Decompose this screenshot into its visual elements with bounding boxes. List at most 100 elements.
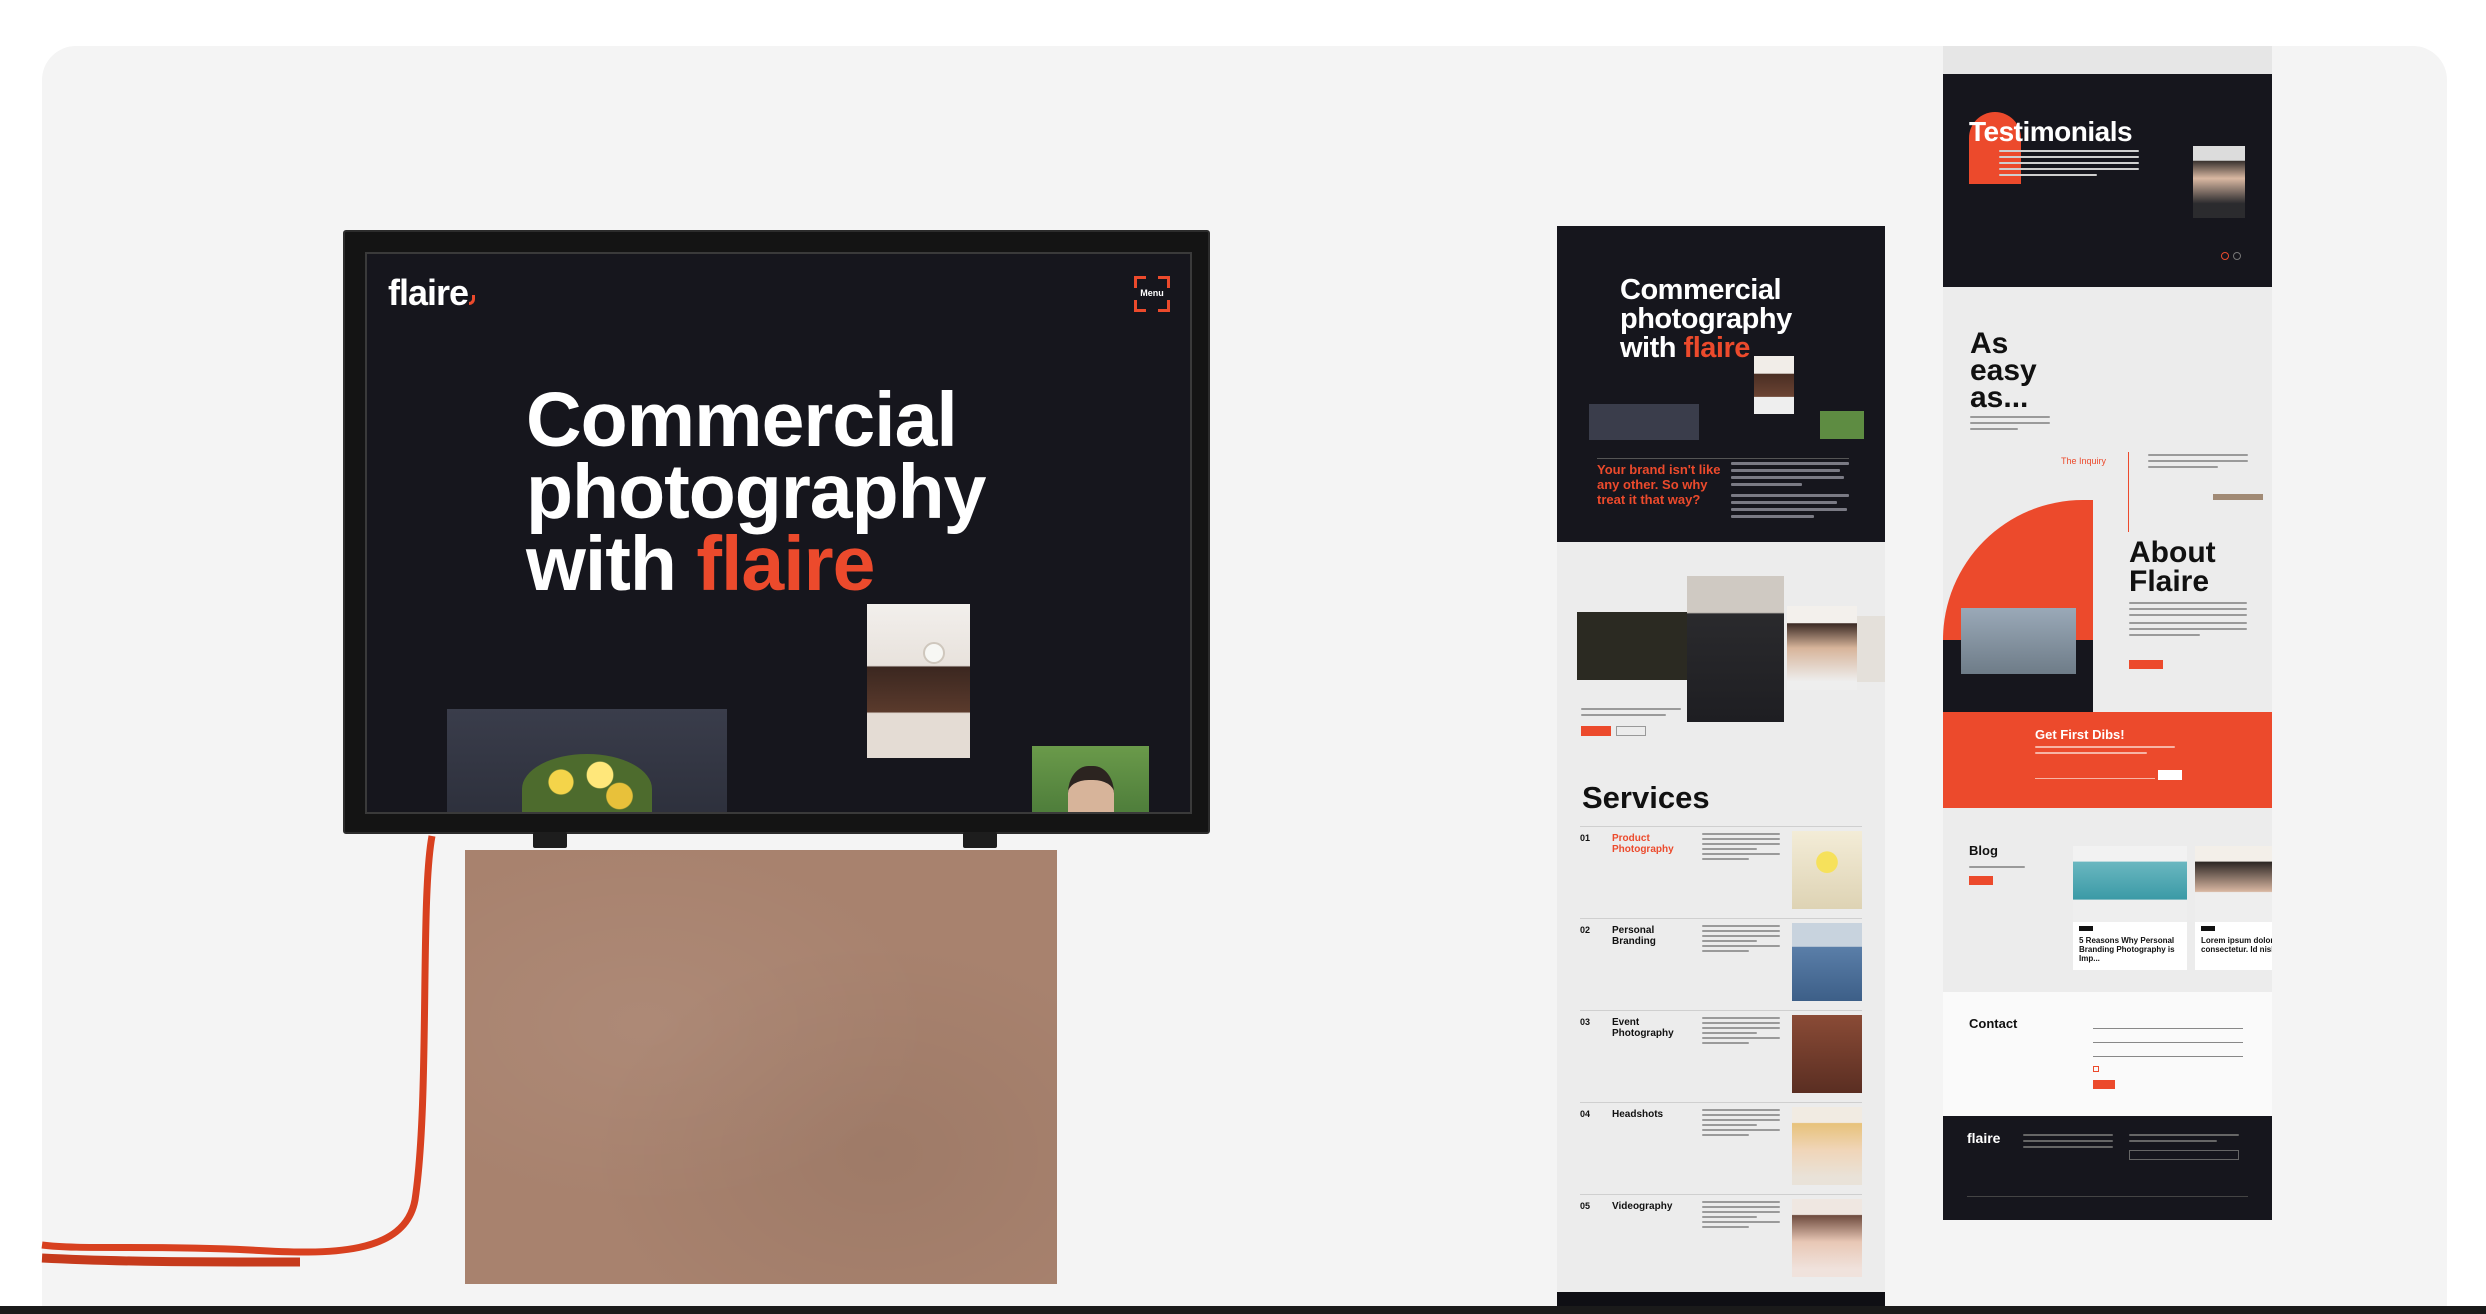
mobile-flowers-photo xyxy=(1589,404,1699,440)
monitor-frame: flaire Menu Commercial photography with … xyxy=(343,230,1210,834)
divider xyxy=(1597,458,1849,459)
menu-corner-icon xyxy=(1134,300,1146,312)
footer-divider xyxy=(1967,1196,2248,1197)
service-name: Event Photography xyxy=(1612,1017,1674,1039)
menu-label: Menu xyxy=(1140,288,1164,298)
service-number: 05 xyxy=(1580,1201,1591,1211)
service-item[interactable]: 01 Product Photography xyxy=(1580,826,1862,914)
cable-path xyxy=(41,835,436,1256)
contact-email-field[interactable] xyxy=(2093,1042,2243,1043)
mobile-body-text xyxy=(1731,462,1849,522)
footer-logo[interactable]: flaire xyxy=(1967,1130,2000,1146)
mobile-hero-prefix: with xyxy=(1620,332,1684,364)
blog-button[interactable] xyxy=(1969,876,1993,885)
pedestal xyxy=(465,850,1057,1284)
footer-newsletter-text xyxy=(2129,1134,2239,1146)
carousel-next-icon[interactable] xyxy=(2233,252,2241,260)
mobile-hero-accent: flaire xyxy=(1683,332,1751,364)
mobile-hero: Commercial photography with flaire Your … xyxy=(1557,226,1885,542)
headline-line-3: with flaire xyxy=(526,526,986,603)
testimonial-quote-text xyxy=(1999,150,2139,180)
service-item[interactable]: 04 Headshots xyxy=(1580,1102,1862,1190)
contact-checkbox[interactable] xyxy=(2093,1066,2099,1072)
service-image xyxy=(1792,1199,1862,1277)
gallery-secondary-button[interactable] xyxy=(1616,726,1646,736)
menu-button[interactable]: Menu xyxy=(1134,276,1170,312)
blog-card-tag xyxy=(2201,926,2215,931)
eye-cover-shape xyxy=(923,642,945,664)
service-number: 01 xyxy=(1580,833,1591,843)
timeline-line xyxy=(2128,452,2129,532)
portrait-photo xyxy=(867,604,970,758)
about-title: About Flaire xyxy=(2129,536,2216,598)
newsletter-submit-button[interactable] xyxy=(2158,770,2182,780)
services-title: Services xyxy=(1582,780,1710,815)
blog-card[interactable]: 5 Reasons Why Personal Branding Photogra… xyxy=(2073,846,2187,970)
headline-line-2: photography xyxy=(526,449,986,535)
menu-corner-icon xyxy=(1134,276,1146,288)
blog-card[interactable]: Lorem ipsum dolor sit consectetur. Id ni… xyxy=(2195,846,2272,970)
gallery-photo-edge xyxy=(1857,616,1885,682)
mobile-hero-line-1: Commercial xyxy=(1620,274,1782,306)
service-number: 02 xyxy=(1580,925,1591,935)
service-image xyxy=(1792,831,1862,909)
monitor-screen: flaire Menu Commercial photography with … xyxy=(365,252,1192,814)
service-item[interactable]: 03 Event Photography xyxy=(1580,1010,1862,1098)
service-description xyxy=(1702,925,1780,955)
blog-text xyxy=(1969,866,2025,872)
gallery-photo-businesswoman xyxy=(1687,576,1784,722)
service-description xyxy=(1702,1201,1780,1231)
as-easy-as-line: As xyxy=(1970,327,2009,360)
service-name: Personal Branding xyxy=(1612,925,1656,947)
inquiry-label: The Inquiry xyxy=(2061,456,2107,466)
mobile-man-photo xyxy=(1820,411,1864,439)
as-easy-as-line: as... xyxy=(1970,381,2029,414)
contact-name-field[interactable] xyxy=(2093,1028,2243,1029)
footer-email-input[interactable] xyxy=(2129,1150,2239,1160)
service-number: 04 xyxy=(1580,1109,1591,1119)
flower-bouquet-shape xyxy=(522,754,652,812)
team-photo xyxy=(1961,608,2076,674)
newsletter-email-input[interactable] xyxy=(2035,778,2155,779)
about-title-line: Flaire xyxy=(2129,565,2210,598)
mobile-page-mock[interactable]: Commercial photography with flaire Your … xyxy=(1557,226,1885,1314)
service-name: Product Photography xyxy=(1612,833,1674,855)
page-top-strip xyxy=(1943,46,2272,74)
blog-card-photo xyxy=(2195,846,2272,922)
service-item[interactable]: 02 Personal Branding xyxy=(1580,918,1862,1006)
blog-card-title: Lorem ipsum dolor sit consectetur. Id ni… xyxy=(2201,936,2272,954)
testimonial-portrait xyxy=(2193,146,2245,218)
service-description xyxy=(1702,1017,1780,1047)
hero-headline: Commercial photography with flaire xyxy=(526,382,986,603)
headline-accent: flaire xyxy=(696,521,875,607)
testimonials-title: Testimonials xyxy=(1969,116,2133,147)
menu-corner-icon xyxy=(1158,300,1170,312)
gallery-photo-woman xyxy=(1787,606,1857,690)
about-text xyxy=(2129,602,2247,640)
contact-section xyxy=(1943,992,2272,1116)
about-button[interactable] xyxy=(2129,660,2163,669)
inquiry-image xyxy=(2213,494,2263,500)
mobile-hero-line-2: photography xyxy=(1620,303,1792,335)
about-title-line: About xyxy=(2129,536,2216,569)
newsletter-text xyxy=(2035,746,2175,758)
testimonials-section: Testimonials xyxy=(1943,74,2272,287)
mobile-hero-headline: Commercial photography with flaire xyxy=(1620,276,1792,363)
contact-message-field[interactable] xyxy=(2093,1056,2243,1057)
gallery-primary-button[interactable] xyxy=(1581,726,1611,736)
mobile-portrait-photo xyxy=(1754,356,1794,414)
monitor-leg xyxy=(533,832,567,848)
carousel-prev-icon[interactable] xyxy=(2221,252,2229,260)
service-name: Videography xyxy=(1612,1201,1673,1212)
service-number: 03 xyxy=(1580,1017,1591,1027)
service-image xyxy=(1792,923,1862,1001)
monitor-leg xyxy=(963,832,997,848)
bottom-edge xyxy=(0,1306,2486,1314)
as-easy-as-text xyxy=(1970,416,2050,434)
headline-prefix: with xyxy=(526,521,697,607)
contact-submit-button[interactable] xyxy=(2093,1080,2115,1089)
man-portrait-photo xyxy=(1032,746,1149,812)
blog-title: Blog xyxy=(1969,843,1998,858)
desktop-page-mock[interactable]: Testimonials As easy as... The Inquiry A… xyxy=(1943,46,2272,1220)
service-item[interactable]: 05 Videography xyxy=(1580,1194,1862,1282)
